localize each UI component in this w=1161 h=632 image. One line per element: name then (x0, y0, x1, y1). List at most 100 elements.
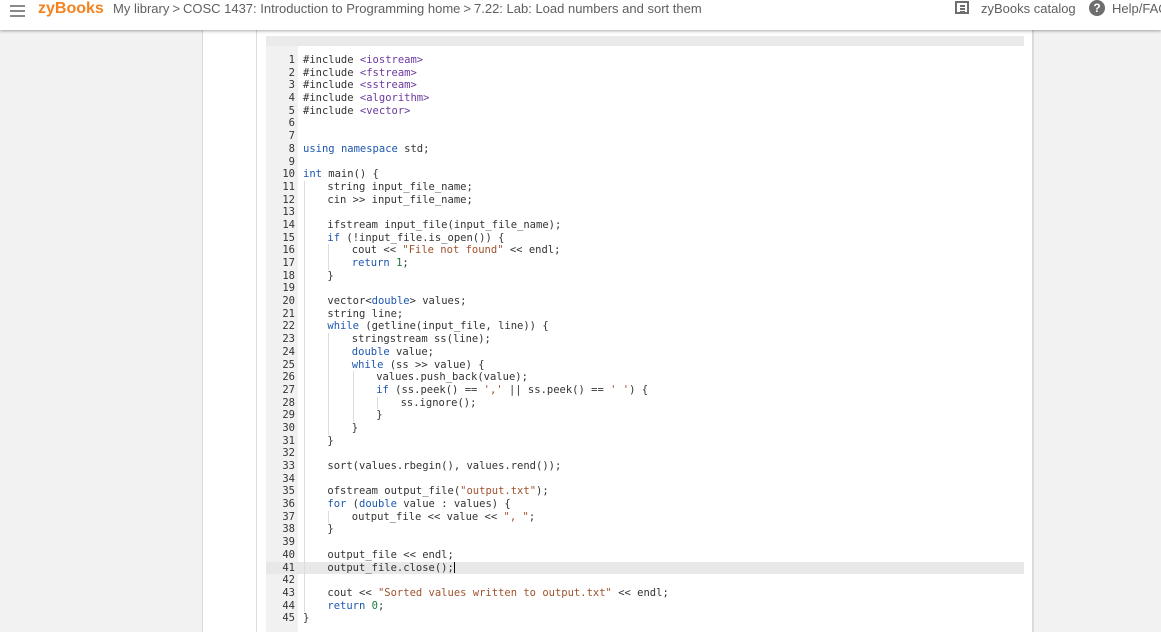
code-text: #include <vector> (303, 105, 410, 118)
line-number: 21 (282, 307, 295, 320)
code-line[interactable]: 22 while (getline(input_file, line)) { (266, 320, 1024, 334)
code-token: using (303, 142, 335, 155)
code-line[interactable]: 15 if (!input_file.is_open()) { (266, 231, 1024, 245)
code-line[interactable]: 5 #include <vector> (266, 105, 1024, 118)
code-line[interactable]: 24 double value; (266, 345, 1024, 359)
code-line[interactable]: 35 ofstream output_file("output.txt"); (266, 485, 1024, 499)
code-line[interactable]: 40 output_file << endl; (266, 548, 1024, 562)
line-number: 36 (282, 498, 295, 511)
breadcrumb-my-library[interactable]: My library (113, 1, 169, 16)
indent-guide (304, 510, 305, 524)
code-line[interactable]: 31} (266, 434, 1024, 448)
code-text: return 1; (352, 257, 409, 270)
code-token: main() { (321, 168, 379, 181)
code-token: #include (303, 54, 360, 66)
catalog-label: zyBooks catalog (981, 1, 1076, 16)
line-number: 12 (282, 193, 295, 206)
line-number: 16 (282, 244, 295, 257)
line-number: 31 (282, 434, 295, 447)
code-line[interactable]: 7 (266, 130, 1024, 143)
code-line[interactable]: 29} (266, 409, 1024, 422)
code-line[interactable]: 12 cin >> input_file_name; (266, 193, 1024, 207)
catalog-icon (955, 1, 969, 14)
code-line[interactable]: 23 stringstream ss(line); (266, 333, 1024, 346)
code-text: } (327, 523, 333, 536)
indent-guide (328, 421, 330, 435)
code-text: while (ss >> value) { (352, 359, 485, 372)
code-line[interactable]: 8 using namespace std; (266, 143, 1024, 156)
hamburger-menu-icon[interactable] (10, 4, 26, 18)
code-line[interactable]: 11 string input_file_name; (266, 180, 1024, 194)
code-token: > values; (409, 295, 467, 308)
code-line[interactable]: 39 (266, 536, 1024, 549)
line-number: 17 (282, 257, 295, 269)
code-line[interactable]: 10 int main() { (266, 168, 1024, 181)
code-token: (getline(input_file, line)) { (359, 320, 549, 333)
code-line[interactable]: 3 #include <sstream> (266, 79, 1024, 92)
code-line[interactable]: 2 #include <fstream> (266, 67, 1024, 80)
code-line[interactable]: 38} (266, 523, 1024, 537)
indent-guide (304, 561, 305, 575)
breadcrumb-course-home[interactable]: COSC 1437: Introduction to Programming h… (183, 1, 460, 16)
code-token: ss.ignore(); (400, 396, 477, 409)
indent-guide (352, 396, 354, 410)
code-lines: 1 #include <iostream> 2 #include <fstream> 3… (266, 54, 1024, 625)
code-line[interactable]: 36 for (double value : values) { (266, 498, 1024, 511)
code-text: ofstream output_file("output.txt"); (327, 485, 548, 498)
code-line[interactable]: 28 ss.ignore(); (266, 396, 1024, 410)
code-token: value : values) { (396, 498, 511, 511)
indent-guide (328, 396, 330, 410)
indent-guide (328, 358, 330, 372)
code-line[interactable]: 42 (266, 574, 1024, 587)
code-line[interactable]: 9 (266, 156, 1024, 169)
zybooks-logo[interactable]: zyBooks (38, 0, 104, 18)
code-line[interactable]: 41 output_file.close(); (266, 561, 1024, 575)
code-line[interactable]: 26 values.push_back(value); (266, 371, 1024, 384)
code-line[interactable]: 14 ifstream input_file(input_file_name); (266, 218, 1024, 232)
code-line[interactable]: 18} (266, 269, 1024, 283)
code-line[interactable]: 43 cout << "Sorted values written to outp… (266, 586, 1024, 600)
code-token: } (351, 421, 359, 434)
code-line[interactable]: 19 (266, 282, 1024, 296)
indent-guide (304, 485, 305, 499)
code-text: int main() { (303, 168, 379, 181)
code-line[interactable]: 6 (266, 117, 1024, 130)
code-line[interactable]: 37 output_file << value << ", "; (266, 510, 1024, 524)
code-line[interactable]: 13 (266, 206, 1024, 219)
code-line[interactable]: 17 return 1; (266, 257, 1024, 270)
code-line[interactable]: 4 #include <algorithm> (266, 92, 1024, 105)
code-line[interactable]: 32 (266, 447, 1024, 460)
code-line[interactable]: 44 return 0; (266, 599, 1024, 613)
indent-guide (304, 218, 305, 232)
code-line[interactable]: 16 cout << "File not found" << endl; (266, 244, 1024, 257)
code-line[interactable]: 25 while (ss >> value) { (266, 358, 1024, 372)
line-number: 23 (282, 333, 295, 346)
code-text: cin >> input_file_name; (327, 194, 472, 207)
code-line[interactable]: 1 #include <iostream> (266, 54, 1024, 67)
code-token: ifstream input_file(input_file_name); (327, 218, 562, 231)
code-line[interactable]: 33 sort(values.rbegin(), values.rend()); (266, 460, 1024, 473)
code-line[interactable]: 20 vector<double> values; (266, 295, 1024, 308)
code-text: output_file << endl; (327, 549, 453, 562)
code-line[interactable]: 34 (266, 472, 1024, 486)
code-text: #include <fstream> (303, 67, 417, 80)
indent-guide (328, 383, 330, 397)
code-token: "output.txt" (460, 485, 537, 498)
code-line[interactable]: 30} (266, 421, 1024, 435)
indent-guide (304, 447, 305, 460)
indent-guide (304, 383, 305, 397)
code-text: output_file.close(); (327, 561, 455, 575)
line-number: 19 (282, 282, 295, 295)
code-token: ); (536, 485, 549, 498)
code-editor[interactable]: 1 #include <iostream> 2 #include <fstream> 3… (266, 46, 1024, 632)
breadcrumb-current-section: 7.22: Lab: Load numbers and sort them (474, 1, 702, 16)
code-text: string input_file_name; (327, 181, 472, 194)
code-line[interactable]: 27 if (ss.peek() == ',' || ss.peek() == '… (266, 383, 1024, 397)
code-line[interactable]: 45} (266, 612, 1024, 625)
line-number: 7 (288, 130, 295, 143)
indent-guide (352, 371, 354, 384)
indent-guide (304, 295, 305, 308)
editor-toolbar (266, 36, 1024, 46)
code-line[interactable]: 21 string line; (266, 307, 1024, 321)
indent-guide (328, 333, 330, 346)
